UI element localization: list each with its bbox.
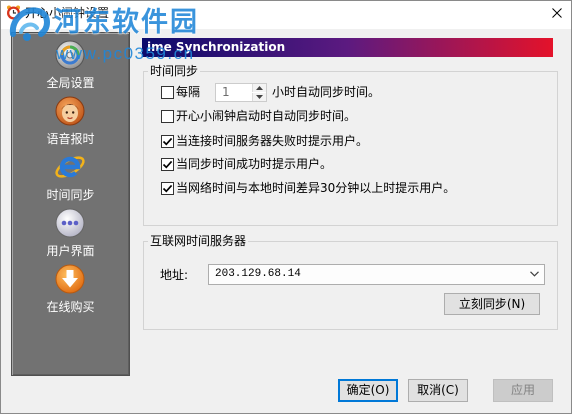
spin-down-arrow-icon (256, 95, 263, 99)
voice-face-icon (54, 95, 86, 127)
server-address-dropdown[interactable]: 203.129.68.14 (208, 264, 545, 285)
interval-prefix-label: 每隔 (176, 85, 201, 99)
notify-time-diff-checkbox[interactable] (161, 181, 174, 195)
notify-sync-success-checkbox[interactable] (161, 157, 174, 171)
notify-time-diff-checkbox-row[interactable]: 当网络时间与本地时间差异30分钟以上时提示用户。 (161, 180, 455, 196)
alarm-clock-icon (7, 5, 20, 20)
address-label: 地址: (160, 268, 189, 282)
spin-down-button[interactable] (252, 93, 266, 101)
sidebar-item-label: 全局设置 (46, 76, 95, 90)
time-sync-group: 时间同步 每隔 1 小时自动同步时间。 开心小闹钟启动时自动同步时间。 当连接时… (143, 64, 558, 226)
sync-on-startup-checkbox[interactable] (161, 109, 174, 123)
sidebar-item-global-settings[interactable]: 全局设置 (12, 37, 129, 93)
internet-explorer-icon (54, 151, 86, 183)
spin-up-arrow-icon (256, 86, 263, 90)
global-settings-icon (54, 39, 86, 71)
notify-connect-fail-checkbox-row[interactable]: 当连接时间服务器失败时提示用户。 (161, 133, 368, 149)
checkbox-label: 当同步时间成功时提示用户。 (176, 157, 333, 171)
checkbox-label: 当网络时间与本地时间差异30分钟以上时提示用户。 (176, 181, 456, 195)
group-title: 时间同步 (148, 64, 201, 78)
checkbox-label: 当连接时间服务器失败时提示用户。 (176, 134, 369, 148)
banner-title: ime Synchronization (147, 40, 286, 54)
window-title: 开心小闹钟设置 (25, 6, 110, 20)
notify-sync-success-checkbox-row[interactable]: 当同步时间成功时提示用户。 (161, 156, 332, 172)
group-title: 互联网时间服务器 (148, 234, 249, 248)
sidebar-item-label: 时间同步 (46, 188, 95, 202)
server-address-value: 203.129.68.14 (215, 268, 301, 280)
interval-sync-checkbox-row[interactable]: 每隔 (161, 84, 200, 100)
section-banner: ime Synchronization (142, 38, 553, 57)
ok-button[interactable]: 确定(O) (338, 379, 398, 402)
spin-up-button[interactable] (252, 84, 266, 92)
cancel-button[interactable]: 取消(C) (408, 379, 468, 402)
time-server-group: 互联网时间服务器 地址: 203.129.68.14 立刻同步(N) (143, 234, 558, 330)
group-frame (143, 241, 558, 330)
title-bar: 开心小闹钟设置 (0, 0, 572, 29)
sync-on-startup-checkbox-row[interactable]: 开心小闹钟启动时自动同步时间。 (161, 108, 356, 124)
checkbox-label: 开心小闹钟启动时自动同步时间。 (176, 109, 357, 123)
sidebar-item-buy-online[interactable]: 在线购买 (12, 261, 129, 317)
sidebar-item-label: 在线购买 (46, 300, 95, 314)
sidebar-item-user-interface[interactable]: 用户界面 (12, 205, 129, 261)
notify-connect-fail-checkbox[interactable] (161, 134, 174, 148)
interval-sync-checkbox[interactable] (161, 85, 174, 99)
close-icon (552, 8, 562, 18)
sidebar-item-voice-time[interactable]: 语音报时 (12, 93, 129, 149)
interval-hours-spinbox[interactable]: 1 (215, 83, 267, 102)
sidebar-nav: 全局设置 语音报时 时间同步 用户界面 在线购买 (11, 32, 130, 376)
chevron-down-icon[interactable] (530, 271, 539, 277)
sync-now-button[interactable]: 立刻同步(N) (444, 293, 540, 315)
sidebar-item-label: 用户界面 (46, 244, 95, 258)
interval-suffix-label: 小时自动同步时间。 (272, 85, 381, 99)
download-arrow-icon (54, 263, 86, 295)
sidebar-item-label: 语音报时 (46, 132, 95, 146)
close-button[interactable] (544, 2, 570, 24)
settings-dialog: 开心小闹钟设置 全局设置 语音报时 时间同步 用户界面 在线购买 ime Syn… (0, 0, 572, 414)
user-interface-icon (54, 207, 86, 239)
interval-hours-value: 1 (222, 85, 230, 99)
sidebar-item-time-sync[interactable]: 时间同步 (12, 149, 129, 205)
apply-button[interactable]: 应用 (493, 379, 553, 402)
